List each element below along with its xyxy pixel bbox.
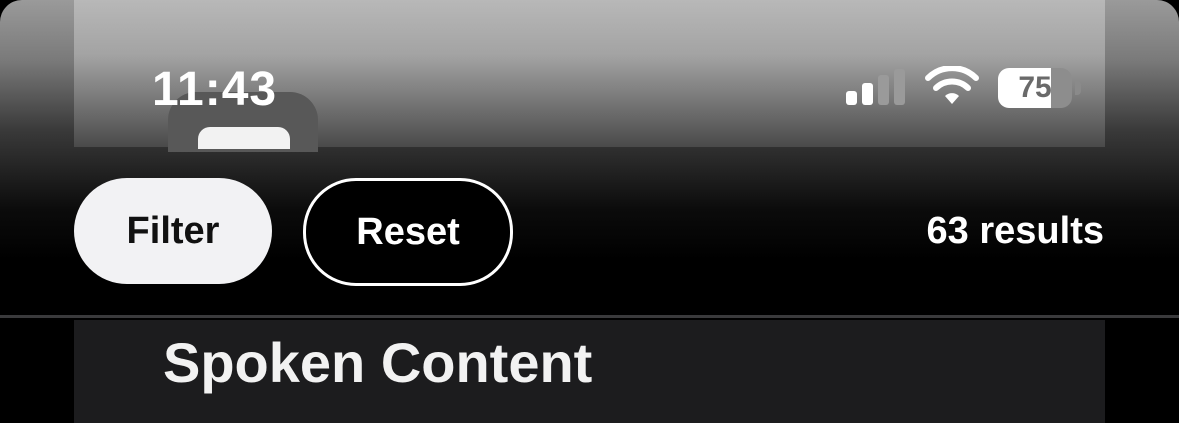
section-title: Spoken Content (163, 331, 593, 394)
battery-icon: 75 (998, 68, 1082, 108)
app-screen: 11:43 75 Filter Reset 63 results Spoken … (0, 0, 1179, 423)
status-time: 11:43 (152, 63, 278, 116)
divider (0, 315, 1179, 318)
filter-button[interactable]: Filter (74, 178, 272, 284)
cellular-signal-icon (846, 69, 906, 105)
battery-level: 75 (1018, 71, 1052, 104)
reset-button[interactable]: Reset (303, 178, 513, 286)
battery-cap (1075, 81, 1081, 95)
app-icon-inner (198, 127, 290, 149)
results-count: 63 results (926, 210, 1104, 252)
battery-body: 75 (998, 68, 1072, 108)
wifi-icon (925, 66, 979, 104)
